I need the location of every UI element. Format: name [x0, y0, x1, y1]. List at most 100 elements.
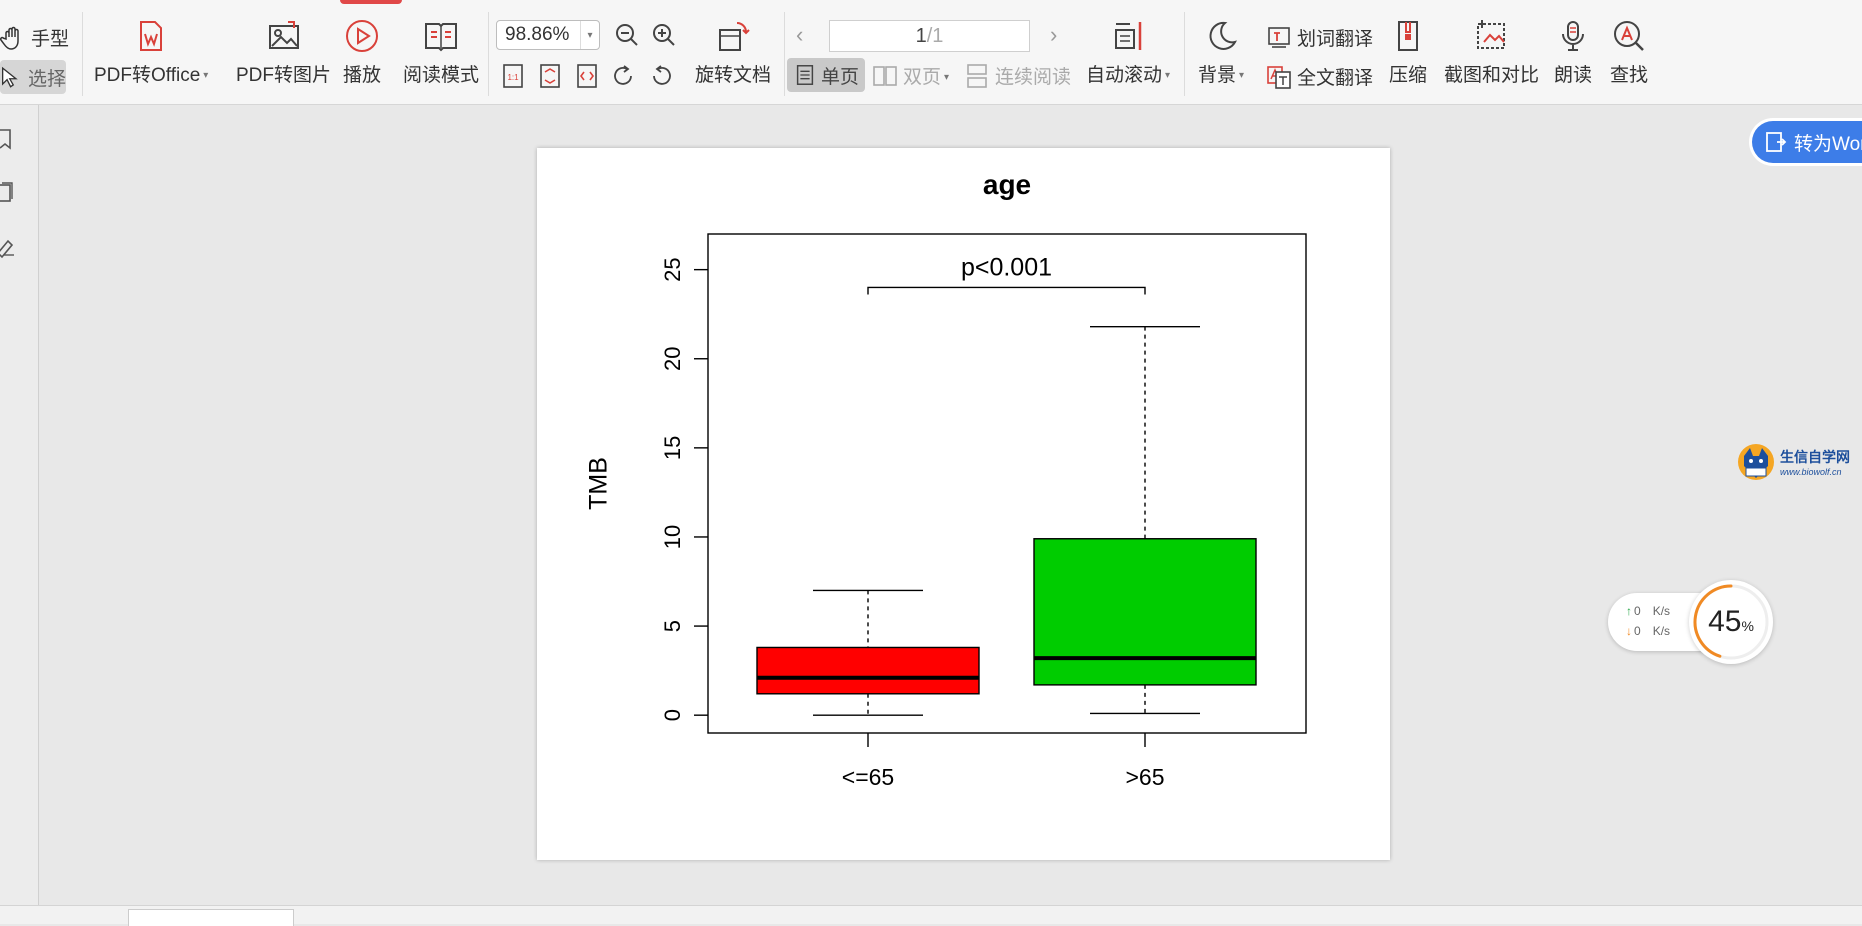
next-page-button[interactable]: › [1050, 22, 1057, 48]
pdf-to-office-icon [140, 21, 163, 51]
rotate-right-icon [653, 65, 671, 85]
page-number-input[interactable]: 1/1 [829, 20, 1030, 52]
background-button[interactable]: 背景 [1198, 0, 1244, 87]
x-tick-label: <=65 [842, 764, 894, 790]
gauge-percent-sign: % [1741, 618, 1754, 634]
upload-speed: 0 [1634, 604, 1641, 618]
compress-label: 压缩 [1388, 65, 1427, 86]
pdf-to-office-label: PDF转Office [94, 60, 208, 87]
continuous-read-icon [967, 63, 987, 88]
y-tick-label: 10 [660, 525, 685, 549]
upload-arrow-icon: ↑ [1626, 604, 1632, 618]
box->65 [1033, 538, 1257, 686]
double-page-icon [873, 65, 897, 86]
wolf-logo-icon [1738, 444, 1774, 480]
word-translate-button[interactable]: 划词翻译 [1266, 24, 1373, 51]
page-total: /1 [926, 24, 944, 47]
status-page-input[interactable] [128, 909, 294, 926]
zoom-select[interactable]: 98.86% ▾ [496, 20, 600, 50]
separator [784, 12, 785, 96]
y-tick-label: 15 [660, 436, 685, 460]
moon-icon [1209, 21, 1237, 50]
download-speed: 0 [1634, 624, 1641, 638]
full-translate-label: 全文翻译 [1297, 68, 1374, 89]
actual-size-text: 1:1 [507, 73, 519, 82]
auto-scroll-label: 自动滚动 [1086, 60, 1170, 87]
rotate-document-button[interactable]: 旋转文档 [695, 0, 771, 87]
separator [1184, 12, 1185, 96]
chevron-down-icon[interactable]: ▾ [580, 21, 599, 49]
bookmark-icon[interactable] [0, 127, 22, 153]
actual-size-button[interactable]: 1:1 [498, 61, 528, 91]
rotate-document-label: 旋转文档 [695, 65, 772, 86]
reading-mode-label: 阅读模式 [403, 65, 480, 86]
memory-gauge[interactable]: 45% [1689, 580, 1773, 664]
zoom-in-button[interactable] [649, 20, 679, 50]
watermark-title: 生信自学网 [1780, 449, 1850, 465]
background-label: 背景 [1198, 60, 1244, 87]
search-icon [1614, 21, 1644, 51]
rotate-right-button[interactable] [646, 61, 676, 91]
zoom-value: 98.86% [505, 24, 570, 45]
double-page-button[interactable]: 双页 [872, 62, 949, 89]
watermark-url: www.biowolf.cn [1780, 467, 1842, 477]
select-label: 选择 [27, 68, 66, 90]
full-translate-icon [1267, 65, 1291, 89]
rotate-left-icon [614, 65, 632, 85]
single-page-icon [796, 65, 814, 85]
rotate-left-button[interactable] [609, 61, 639, 91]
play-button[interactable]: 播放 [342, 0, 382, 87]
pdf-to-image-button[interactable]: PDF转图片 [236, 0, 331, 87]
thumbnail-icon[interactable] [0, 181, 22, 207]
upload-unit: K/s [1652, 604, 1671, 618]
y-tick-label: 25 [660, 257, 685, 281]
significance-bracket [867, 286, 1146, 295]
zoom-out-icon [616, 24, 638, 46]
full-translate-button[interactable]: 全文翻译 [1266, 63, 1373, 90]
fit-page-button[interactable] [535, 61, 565, 91]
annotation-icon[interactable] [0, 233, 22, 259]
zoom-out-button[interactable] [612, 20, 642, 50]
y-tick-label: 20 [660, 347, 685, 371]
auto-scroll-button[interactable]: 自动滚动 [1086, 0, 1170, 87]
read-aloud-label: 朗读 [1553, 65, 1592, 86]
separator [488, 12, 489, 96]
select-tool-button[interactable]: 选择 [0, 60, 66, 94]
screenshot-icon [1476, 20, 1505, 49]
screenshot-compare-label: 截图和对比 [1444, 65, 1540, 86]
chart-title: age [983, 169, 1031, 200]
hand-tool-button[interactable]: 手型 [0, 24, 69, 51]
download-unit: K/s [1652, 624, 1671, 638]
book-icon [425, 23, 457, 52]
previous-page-button[interactable]: ‹ [796, 22, 803, 48]
download-arrow-icon: ↓ [1626, 624, 1632, 638]
continuous-read-label: 连续阅读 [995, 67, 1072, 88]
separator [82, 12, 83, 96]
actual-size-icon: 1:1 [503, 64, 523, 88]
reading-mode-button[interactable]: 阅读模式 [403, 0, 479, 87]
x-tick-label: >65 [1125, 764, 1164, 790]
convert-to-word-label: 转为Wor [1794, 133, 1862, 155]
watermark-logo: 生信自学网 www.biowolf.cn [1736, 440, 1862, 484]
compress-button[interactable]: 压缩 [1388, 0, 1428, 87]
zoom-in-icon [653, 24, 675, 46]
read-aloud-button[interactable]: 朗读 [1553, 0, 1593, 87]
single-page-button[interactable]: 单页 [787, 58, 865, 92]
status-bar [0, 905, 1862, 926]
convert-to-word-button[interactable]: 转为Wor [1752, 121, 1862, 163]
double-page-label: 双页 [903, 62, 949, 89]
screenshot-compare-button[interactable]: 截图和对比 [1444, 0, 1539, 87]
pdf-to-office-button[interactable]: PDF转Office [94, 0, 208, 87]
word-translate-label: 划词翻译 [1297, 29, 1374, 50]
play-label: 播放 [342, 65, 381, 86]
cursor-arrow-icon [1, 66, 18, 88]
p-value-annotation: p<0.001 [961, 253, 1052, 281]
pdf-page: age 0 5 10 15 20 25 TMB <=65 >65 p<0.001 [537, 148, 1390, 860]
pdf-to-image-icon [268, 21, 299, 49]
continuous-read-button[interactable]: 连续阅读 [964, 62, 1071, 89]
fit-width-button[interactable] [572, 61, 602, 91]
find-button[interactable]: 查找 [1609, 0, 1649, 87]
rotate-document-icon [719, 22, 750, 51]
box-<=65 [756, 646, 980, 695]
y-tick-label: 0 [660, 709, 685, 721]
